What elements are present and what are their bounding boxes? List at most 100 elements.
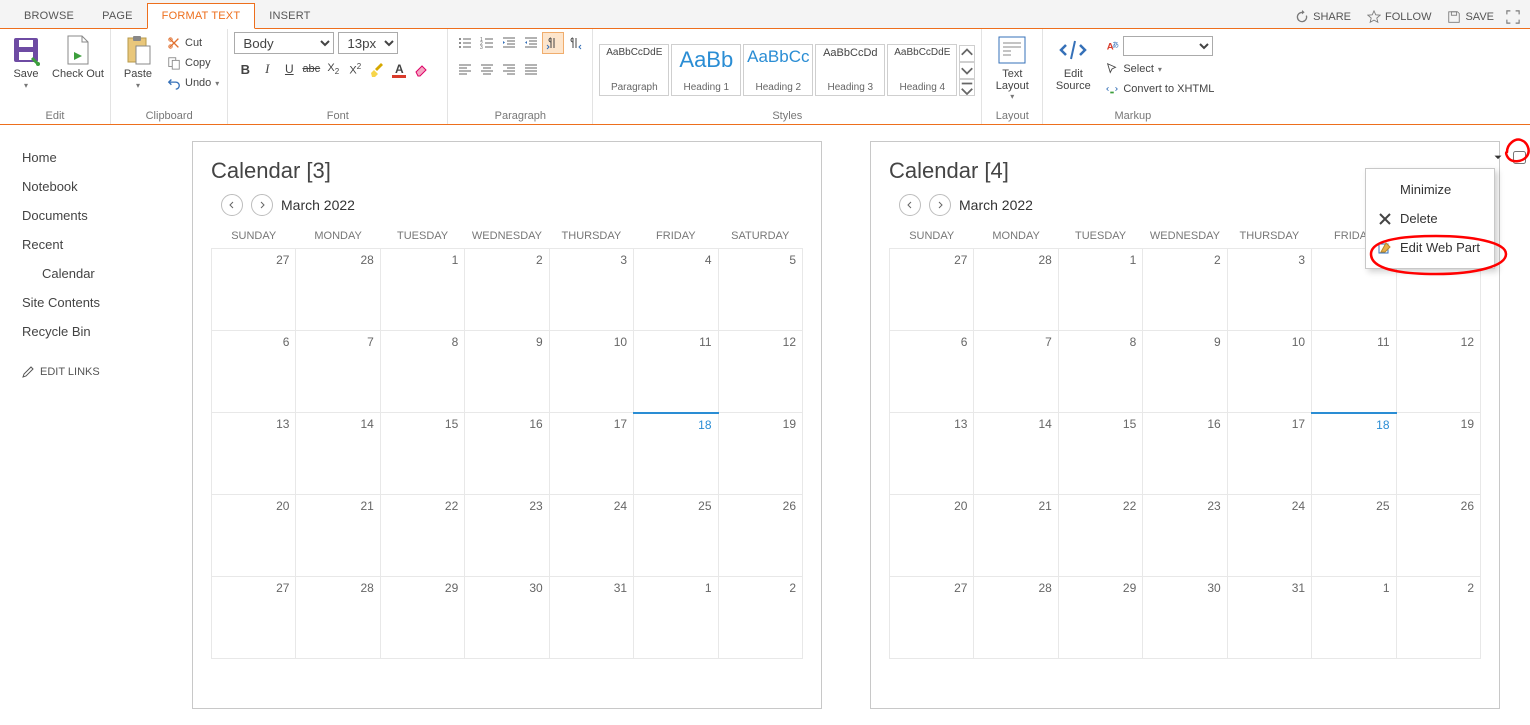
share-button[interactable]: SHARE: [1289, 6, 1357, 28]
calendar-cell[interactable]: 1: [1058, 249, 1142, 331]
calendar-cell[interactable]: 18: [634, 413, 718, 495]
calendar-cell[interactable]: 11: [1312, 331, 1396, 413]
calendar-cell[interactable]: 5: [718, 249, 802, 331]
style-heading2[interactable]: AaBbCcHeading 2: [743, 44, 813, 96]
undo-button[interactable]: Undo▾: [165, 74, 221, 92]
calendar-cell[interactable]: 22: [380, 495, 464, 577]
calendar-cell[interactable]: 30: [465, 577, 549, 659]
save-top-button[interactable]: SAVE: [1441, 6, 1500, 28]
calendar-cell[interactable]: 2: [465, 249, 549, 331]
calendar-cell[interactable]: 31: [549, 577, 633, 659]
calendar-cell[interactable]: 9: [1143, 331, 1227, 413]
outdent-button[interactable]: [498, 32, 520, 54]
calendar-cell[interactable]: 14: [296, 413, 380, 495]
underline-button[interactable]: U: [278, 58, 300, 80]
cut-button[interactable]: Cut: [165, 34, 221, 52]
language-button[interactable]: Aあ: [1103, 34, 1216, 58]
style-heading4[interactable]: AaBbCcDdEHeading 4: [887, 44, 957, 96]
indent-button[interactable]: [520, 32, 542, 54]
next-month-button[interactable]: [251, 194, 273, 216]
calendar-cell[interactable]: 21: [296, 495, 380, 577]
calendar-cell[interactable]: 13: [212, 413, 296, 495]
checkout-button[interactable]: Check Out: [52, 32, 104, 80]
menu-edit-webpart[interactable]: Edit Web Part: [1366, 233, 1494, 262]
calendar-cell[interactable]: 28: [974, 577, 1058, 659]
bold-button[interactable]: B: [234, 58, 256, 80]
follow-button[interactable]: FOLLOW: [1361, 6, 1437, 28]
calendar-cell[interactable]: 26: [718, 495, 802, 577]
calendar-cell[interactable]: 4: [634, 249, 718, 331]
calendar-cell[interactable]: 17: [1227, 413, 1311, 495]
convert-xhtml-button[interactable]: Convert to XHTML: [1103, 80, 1216, 98]
align-justify-button[interactable]: [520, 58, 542, 80]
calendar-cell[interactable]: 31: [1227, 577, 1311, 659]
calendar-cell[interactable]: 15: [1058, 413, 1142, 495]
calendar-cell[interactable]: 24: [549, 495, 633, 577]
calendar-cell[interactable]: 6: [212, 331, 296, 413]
tab-page[interactable]: PAGE: [88, 4, 147, 28]
calendar-cell[interactable]: 9: [465, 331, 549, 413]
font-name-select[interactable]: Body: [234, 32, 334, 54]
highlight-button[interactable]: [366, 58, 388, 80]
copy-button[interactable]: Copy: [165, 54, 221, 72]
calendar-cell[interactable]: 8: [1058, 331, 1142, 413]
webpart-menu-caret[interactable]: [1491, 151, 1505, 165]
calendar-cell[interactable]: 1: [1312, 577, 1396, 659]
calendar-cell[interactable]: 23: [1143, 495, 1227, 577]
webpart-select-checkbox[interactable]: [1513, 151, 1526, 164]
calendar-cell[interactable]: 1: [380, 249, 464, 331]
calendar-cell[interactable]: 28: [296, 249, 380, 331]
calendar-cell[interactable]: 12: [718, 331, 802, 413]
calendar-cell[interactable]: 19: [718, 413, 802, 495]
font-size-select[interactable]: 13px: [338, 32, 398, 54]
calendar-cell[interactable]: 27: [890, 249, 974, 331]
ql-notebook[interactable]: Notebook: [22, 172, 152, 201]
ql-recycle-bin[interactable]: Recycle Bin: [22, 317, 152, 346]
align-left-button[interactable]: [454, 58, 476, 80]
calendar-cell[interactable]: 18: [1312, 413, 1396, 495]
tab-format-text[interactable]: FORMAT TEXT: [147, 3, 256, 29]
ql-documents[interactable]: Documents: [22, 201, 152, 230]
ql-recent[interactable]: Recent: [22, 230, 152, 259]
calendar-cell[interactable]: 26: [1396, 495, 1480, 577]
calendar-cell[interactable]: 3: [1227, 249, 1311, 331]
calendar-cell[interactable]: 16: [465, 413, 549, 495]
calendar-cell[interactable]: 23: [465, 495, 549, 577]
calendar-cell[interactable]: 13: [890, 413, 974, 495]
strike-button[interactable]: abc: [300, 58, 322, 80]
select-button[interactable]: Select▾: [1103, 60, 1216, 78]
style-paragraph[interactable]: AaBbCcDdEParagraph: [599, 44, 669, 96]
font-color-button[interactable]: A: [388, 58, 410, 80]
edit-source-button[interactable]: Edit Source: [1049, 32, 1097, 92]
italic-button[interactable]: I: [256, 58, 278, 80]
ltr-button[interactable]: [542, 32, 564, 54]
calendar-cell[interactable]: 22: [1058, 495, 1142, 577]
calendar-cell[interactable]: 28: [974, 249, 1058, 331]
calendar-cell[interactable]: 11: [634, 331, 718, 413]
calendar-cell[interactable]: 20: [212, 495, 296, 577]
next-month-button[interactable]: [929, 194, 951, 216]
styles-scroll-down[interactable]: [959, 62, 975, 79]
style-heading1[interactable]: AaBbHeading 1: [671, 44, 741, 96]
calendar-cell[interactable]: 27: [890, 577, 974, 659]
styles-expand[interactable]: [959, 79, 975, 96]
calendar-cell[interactable]: 3: [549, 249, 633, 331]
calendar-cell[interactable]: 30: [1143, 577, 1227, 659]
ql-site-contents[interactable]: Site Contents: [22, 288, 152, 317]
calendar-cell[interactable]: 10: [1227, 331, 1311, 413]
calendar-cell[interactable]: 29: [1058, 577, 1142, 659]
calendar-cell[interactable]: 25: [1312, 495, 1396, 577]
menu-minimize[interactable]: Minimize: [1366, 175, 1494, 204]
calendar-cell[interactable]: 21: [974, 495, 1058, 577]
calendar-cell[interactable]: 16: [1143, 413, 1227, 495]
subscript-button[interactable]: X2: [322, 58, 344, 80]
focus-mode-button[interactable]: [1504, 6, 1522, 28]
calendar-cell[interactable]: 8: [380, 331, 464, 413]
calendar-cell[interactable]: 12: [1396, 331, 1480, 413]
calendar-cell[interactable]: 2: [1143, 249, 1227, 331]
number-list-button[interactable]: 123: [476, 32, 498, 54]
styles-scroll-up[interactable]: [959, 45, 975, 62]
calendar-cell[interactable]: 28: [296, 577, 380, 659]
ql-calendar[interactable]: Calendar: [22, 259, 152, 288]
calendar-cell[interactable]: 7: [296, 331, 380, 413]
